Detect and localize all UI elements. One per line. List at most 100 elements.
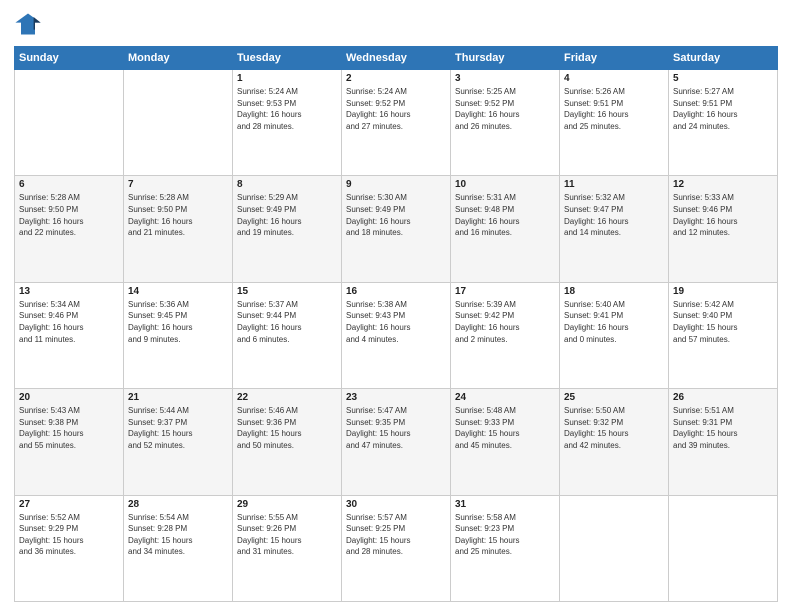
page: SundayMondayTuesdayWednesdayThursdayFrid… bbox=[0, 0, 792, 612]
calendar-cell: 27 Sunrise: 5:52 AM Sunset: 9:29 PM Dayli… bbox=[15, 495, 124, 601]
calendar-cell: 23 Sunrise: 5:47 AM Sunset: 9:35 PM Dayli… bbox=[342, 389, 451, 495]
calendar-header-wednesday: Wednesday bbox=[342, 47, 451, 70]
calendar-cell: 29Sunrise: 5:55 AM Sunset: 9:26 PM Dayli… bbox=[233, 495, 342, 601]
day-number: 21 bbox=[128, 392, 228, 403]
day-number: 8 bbox=[237, 179, 337, 190]
day-content: Sunrise: 5:25 AM Sunset: 9:52 PM Dayligh… bbox=[455, 86, 555, 132]
calendar-cell: 1 Sunrise: 5:24 AM Sunset: 9:53 PM Daylig… bbox=[233, 70, 342, 176]
day-number: 12 bbox=[673, 179, 773, 190]
calendar-cell bbox=[560, 495, 669, 601]
day-content: Sunrise: 5:58 AM Sunset: 9:23 PM Dayligh… bbox=[455, 512, 555, 558]
day-number: 5 bbox=[673, 73, 773, 84]
day-content: Sunrise: 5:50 AM Sunset: 9:32 PM Dayligh… bbox=[564, 405, 664, 451]
calendar-week-2: 6Sunrise: 5:28 AM Sunset: 9:50 PM Daylig… bbox=[15, 176, 778, 282]
calendar-cell: 7 Sunrise: 5:28 AM Sunset: 9:50 PM Daylig… bbox=[124, 176, 233, 282]
day-content: Sunrise: 5:47 AM Sunset: 9:35 PM Dayligh… bbox=[346, 405, 446, 451]
day-content: Sunrise: 5:42 AM Sunset: 9:40 PM Dayligh… bbox=[673, 299, 773, 345]
day-content: Sunrise: 5:34 AM Sunset: 9:46 PM Dayligh… bbox=[19, 299, 119, 345]
calendar-cell: 12 Sunrise: 5:33 AM Sunset: 9:46 PM Dayli… bbox=[669, 176, 778, 282]
calendar-cell: 15 Sunrise: 5:37 AM Sunset: 9:44 PM Dayli… bbox=[233, 282, 342, 388]
day-content: Sunrise: 5:29 AM Sunset: 9:49 PM Dayligh… bbox=[237, 192, 337, 238]
calendar-week-4: 20 Sunrise: 5:43 AM Sunset: 9:38 PM Dayli… bbox=[15, 389, 778, 495]
calendar-cell: 28 Sunrise: 5:54 AM Sunset: 9:28 PM Dayli… bbox=[124, 495, 233, 601]
day-content: Sunrise: 5:30 AM Sunset: 9:49 PM Dayligh… bbox=[346, 192, 446, 238]
day-content: Sunrise: 5:54 AM Sunset: 9:28 PM Dayligh… bbox=[128, 512, 228, 558]
day-number: 2 bbox=[346, 73, 446, 84]
day-number: 7 bbox=[128, 179, 228, 190]
day-number: 30 bbox=[346, 499, 446, 510]
day-content: Sunrise: 5:28 AM Sunset: 9:50 PM Dayligh… bbox=[19, 192, 119, 238]
day-content: Sunrise: 5:24 AM Sunset: 9:53 PM Dayligh… bbox=[237, 86, 337, 132]
calendar-header-thursday: Thursday bbox=[451, 47, 560, 70]
day-number: 27 bbox=[19, 499, 119, 510]
day-number: 26 bbox=[673, 392, 773, 403]
calendar-cell: 2Sunrise: 5:24 AM Sunset: 9:52 PM Daylig… bbox=[342, 70, 451, 176]
calendar-header-saturday: Saturday bbox=[669, 47, 778, 70]
calendar-cell: 13 Sunrise: 5:34 AM Sunset: 9:46 PM Dayli… bbox=[15, 282, 124, 388]
calendar-cell: 10Sunrise: 5:31 AM Sunset: 9:48 PM Dayli… bbox=[451, 176, 560, 282]
calendar-cell: 18 Sunrise: 5:40 AM Sunset: 9:41 PM Dayli… bbox=[560, 282, 669, 388]
calendar-cell bbox=[124, 70, 233, 176]
day-content: Sunrise: 5:51 AM Sunset: 9:31 PM Dayligh… bbox=[673, 405, 773, 451]
calendar-cell: 8 Sunrise: 5:29 AM Sunset: 9:49 PM Daylig… bbox=[233, 176, 342, 282]
day-content: Sunrise: 5:38 AM Sunset: 9:43 PM Dayligh… bbox=[346, 299, 446, 345]
calendar-cell: 5 Sunrise: 5:27 AM Sunset: 9:51 PM Daylig… bbox=[669, 70, 778, 176]
day-content: Sunrise: 5:27 AM Sunset: 9:51 PM Dayligh… bbox=[673, 86, 773, 132]
calendar-cell: 22 Sunrise: 5:46 AM Sunset: 9:36 PM Dayli… bbox=[233, 389, 342, 495]
day-number: 13 bbox=[19, 286, 119, 297]
day-number: 20 bbox=[19, 392, 119, 403]
day-number: 24 bbox=[455, 392, 555, 403]
day-number: 15 bbox=[237, 286, 337, 297]
logo-icon bbox=[14, 10, 42, 38]
day-content: Sunrise: 5:57 AM Sunset: 9:25 PM Dayligh… bbox=[346, 512, 446, 558]
calendar-header-row: SundayMondayTuesdayWednesdayThursdayFrid… bbox=[15, 47, 778, 70]
day-content: Sunrise: 5:31 AM Sunset: 9:48 PM Dayligh… bbox=[455, 192, 555, 238]
day-number: 4 bbox=[564, 73, 664, 84]
day-number: 9 bbox=[346, 179, 446, 190]
day-content: Sunrise: 5:46 AM Sunset: 9:36 PM Dayligh… bbox=[237, 405, 337, 451]
day-number: 23 bbox=[346, 392, 446, 403]
calendar-cell: 9 Sunrise: 5:30 AM Sunset: 9:49 PM Daylig… bbox=[342, 176, 451, 282]
day-number: 17 bbox=[455, 286, 555, 297]
calendar-cell: 17 Sunrise: 5:39 AM Sunset: 9:42 PM Dayli… bbox=[451, 282, 560, 388]
day-number: 31 bbox=[455, 499, 555, 510]
day-content: Sunrise: 5:36 AM Sunset: 9:45 PM Dayligh… bbox=[128, 299, 228, 345]
header bbox=[14, 10, 778, 38]
calendar-table: SundayMondayTuesdayWednesdayThursdayFrid… bbox=[14, 46, 778, 602]
calendar-week-1: 1 Sunrise: 5:24 AM Sunset: 9:53 PM Daylig… bbox=[15, 70, 778, 176]
calendar-cell: 4 Sunrise: 5:26 AM Sunset: 9:51 PM Daylig… bbox=[560, 70, 669, 176]
logo bbox=[14, 10, 46, 38]
day-content: Sunrise: 5:40 AM Sunset: 9:41 PM Dayligh… bbox=[564, 299, 664, 345]
day-number: 1 bbox=[237, 73, 337, 84]
calendar-cell bbox=[15, 70, 124, 176]
day-number: 18 bbox=[564, 286, 664, 297]
calendar-header-friday: Friday bbox=[560, 47, 669, 70]
day-number: 28 bbox=[128, 499, 228, 510]
calendar-cell: 31 Sunrise: 5:58 AM Sunset: 9:23 PM Dayli… bbox=[451, 495, 560, 601]
day-content: Sunrise: 5:26 AM Sunset: 9:51 PM Dayligh… bbox=[564, 86, 664, 132]
day-number: 22 bbox=[237, 392, 337, 403]
calendar-cell: 19 Sunrise: 5:42 AM Sunset: 9:40 PM Dayli… bbox=[669, 282, 778, 388]
day-number: 29 bbox=[237, 499, 337, 510]
day-number: 25 bbox=[564, 392, 664, 403]
calendar-cell: 25 Sunrise: 5:50 AM Sunset: 9:32 PM Dayli… bbox=[560, 389, 669, 495]
day-content: Sunrise: 5:52 AM Sunset: 9:29 PM Dayligh… bbox=[19, 512, 119, 558]
day-number: 19 bbox=[673, 286, 773, 297]
day-content: Sunrise: 5:43 AM Sunset: 9:38 PM Dayligh… bbox=[19, 405, 119, 451]
day-content: Sunrise: 5:37 AM Sunset: 9:44 PM Dayligh… bbox=[237, 299, 337, 345]
day-content: Sunrise: 5:28 AM Sunset: 9:50 PM Dayligh… bbox=[128, 192, 228, 238]
calendar-header-monday: Monday bbox=[124, 47, 233, 70]
calendar-cell: 3 Sunrise: 5:25 AM Sunset: 9:52 PM Daylig… bbox=[451, 70, 560, 176]
calendar-cell: 21Sunrise: 5:44 AM Sunset: 9:37 PM Dayli… bbox=[124, 389, 233, 495]
calendar-header-tuesday: Tuesday bbox=[233, 47, 342, 70]
calendar-header-sunday: Sunday bbox=[15, 47, 124, 70]
day-number: 3 bbox=[455, 73, 555, 84]
day-content: Sunrise: 5:33 AM Sunset: 9:46 PM Dayligh… bbox=[673, 192, 773, 238]
calendar-cell: 24Sunrise: 5:48 AM Sunset: 9:33 PM Dayli… bbox=[451, 389, 560, 495]
day-number: 11 bbox=[564, 179, 664, 190]
calendar-cell: 30 Sunrise: 5:57 AM Sunset: 9:25 PM Dayli… bbox=[342, 495, 451, 601]
day-content: Sunrise: 5:39 AM Sunset: 9:42 PM Dayligh… bbox=[455, 299, 555, 345]
calendar-cell: 11Sunrise: 5:32 AM Sunset: 9:47 PM Dayli… bbox=[560, 176, 669, 282]
calendar-week-3: 13 Sunrise: 5:34 AM Sunset: 9:46 PM Dayli… bbox=[15, 282, 778, 388]
calendar-week-5: 27 Sunrise: 5:52 AM Sunset: 9:29 PM Dayli… bbox=[15, 495, 778, 601]
